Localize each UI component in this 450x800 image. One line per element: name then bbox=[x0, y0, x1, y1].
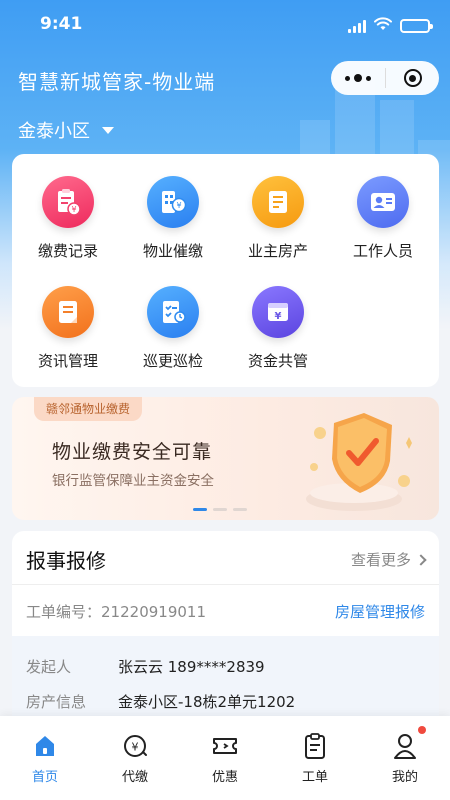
banner-tag: 赣邻通物业缴费 bbox=[34, 397, 143, 421]
detail-key: 发起人 bbox=[26, 658, 72, 676]
order-number-label: 工单编号： bbox=[26, 603, 102, 621]
detail-key: 房产信息 bbox=[26, 693, 87, 711]
community-selector[interactable]: 金泰小区 bbox=[18, 117, 114, 143]
tab-label: 优惠 bbox=[211, 770, 238, 785]
wifi-icon bbox=[374, 16, 392, 35]
menu-item-staff[interactable]: 工作人员 bbox=[333, 176, 433, 261]
home-icon bbox=[0, 730, 90, 762]
fund-box-icon: ¥ bbox=[252, 286, 304, 338]
menu-item-news-management[interactable]: 资讯管理 bbox=[18, 286, 118, 371]
menu-label: 资讯管理 bbox=[37, 352, 98, 370]
building-payment-icon: ¥ bbox=[147, 176, 199, 228]
promo-banner[interactable]: 赣邻通物业缴费 物业缴费安全可靠 银行监管保障业主资金安全 bbox=[12, 397, 439, 520]
menu-label: 缴费记录 bbox=[37, 242, 98, 260]
menu-item-owner-property[interactable]: 业主房产 bbox=[228, 176, 328, 261]
tab-home[interactable]: 首页 bbox=[0, 730, 90, 785]
tab-discounts[interactable]: 优惠 bbox=[180, 730, 270, 785]
ticket-icon bbox=[180, 730, 270, 762]
news-icon bbox=[42, 286, 94, 338]
menu-label: 巡更巡检 bbox=[142, 352, 203, 370]
receipt-icon: ¥ bbox=[42, 176, 94, 228]
staff-card-icon bbox=[357, 176, 409, 228]
section-title: 报事报修 bbox=[26, 549, 106, 573]
menu-label: 工作人员 bbox=[352, 242, 413, 260]
menu-item-payment-records[interactable]: ¥ 缴费记录 bbox=[18, 176, 118, 261]
notification-badge bbox=[418, 726, 426, 734]
banner-subline: 银行监管保障业主资金安全 bbox=[52, 473, 214, 489]
tab-label: 我的 bbox=[391, 770, 418, 785]
detail-row-initiator: 发起人 张云云 189****2839 bbox=[26, 656, 265, 677]
more-options-button[interactable] bbox=[331, 61, 385, 95]
property-document-icon bbox=[252, 176, 304, 228]
cellular-signal-icon bbox=[348, 19, 366, 33]
repair-section: 报事报修 查看更多 工单编号：21220919011 房屋管理报修 发起人 张云… bbox=[12, 531, 439, 731]
order-type-link[interactable]: 房屋管理报修 bbox=[335, 601, 425, 622]
function-menu: ¥ 缴费记录 ¥ 物业催缴 业主房产 工作人员 资讯管理 巡更巡检 ¥ 资金共管 bbox=[12, 154, 439, 387]
user-icon bbox=[360, 726, 450, 762]
svg-text:¥: ¥ bbox=[176, 201, 181, 210]
menu-item-patrol-inspection[interactable]: 巡更巡检 bbox=[123, 286, 223, 371]
detail-value: 金泰小区-18栋2单元1202 bbox=[118, 693, 296, 711]
view-more-link[interactable]: 查看更多 bbox=[350, 549, 427, 570]
mini-program-capsule bbox=[331, 61, 439, 95]
svg-text:¥: ¥ bbox=[71, 205, 76, 214]
tab-label: 代缴 bbox=[121, 770, 148, 785]
menu-label: 资金共管 bbox=[247, 352, 308, 370]
svg-text:¥: ¥ bbox=[275, 311, 282, 322]
security-shield-icon bbox=[306, 413, 412, 511]
yuan-coin-icon: ¥ bbox=[90, 730, 180, 762]
battery-icon bbox=[400, 18, 433, 33]
svg-text:¥: ¥ bbox=[132, 741, 139, 754]
menu-item-fund-co-management[interactable]: ¥ 资金共管 bbox=[228, 286, 328, 371]
order-number-value: 21220919011 bbox=[101, 603, 206, 621]
menu-label: 物业催缴 bbox=[142, 242, 203, 260]
tab-work-orders[interactable]: 工单 bbox=[270, 730, 360, 785]
inspection-checklist-icon bbox=[147, 286, 199, 338]
detail-value: 张云云 189****2839 bbox=[118, 658, 265, 676]
status-bar: 9:41 bbox=[0, 0, 450, 50]
tab-label: 首页 bbox=[31, 770, 58, 785]
community-name: 金泰小区 bbox=[18, 121, 90, 142]
caret-down-icon bbox=[102, 126, 114, 134]
target-icon bbox=[403, 69, 422, 87]
menu-label: 业主房产 bbox=[247, 242, 308, 260]
status-time: 9:41 bbox=[40, 14, 83, 34]
close-mini-program-button[interactable] bbox=[386, 61, 439, 95]
tab-pay-on-behalf[interactable]: ¥ 代缴 bbox=[90, 730, 180, 785]
chevron-right-icon bbox=[415, 553, 427, 566]
banner-headline: 物业缴费安全可靠 bbox=[52, 441, 213, 463]
detail-row-property: 房产信息 金泰小区-18栋2单元1202 bbox=[26, 691, 295, 712]
tab-label: 工单 bbox=[301, 770, 328, 785]
view-more-label: 查看更多 bbox=[350, 551, 411, 569]
menu-item-fee-collection[interactable]: ¥ 物业催缴 bbox=[123, 176, 223, 261]
tab-mine[interactable]: 我的 bbox=[360, 726, 450, 785]
app-title: 智慧新城管家-物业端 bbox=[18, 70, 216, 94]
bottom-tab-bar: 首页 ¥ 代缴 优惠 工单 我的 bbox=[0, 716, 450, 800]
clipboard-icon bbox=[270, 730, 360, 762]
work-order-number: 工单编号：21220919011 bbox=[26, 601, 206, 622]
carousel-indicator bbox=[193, 508, 247, 511]
